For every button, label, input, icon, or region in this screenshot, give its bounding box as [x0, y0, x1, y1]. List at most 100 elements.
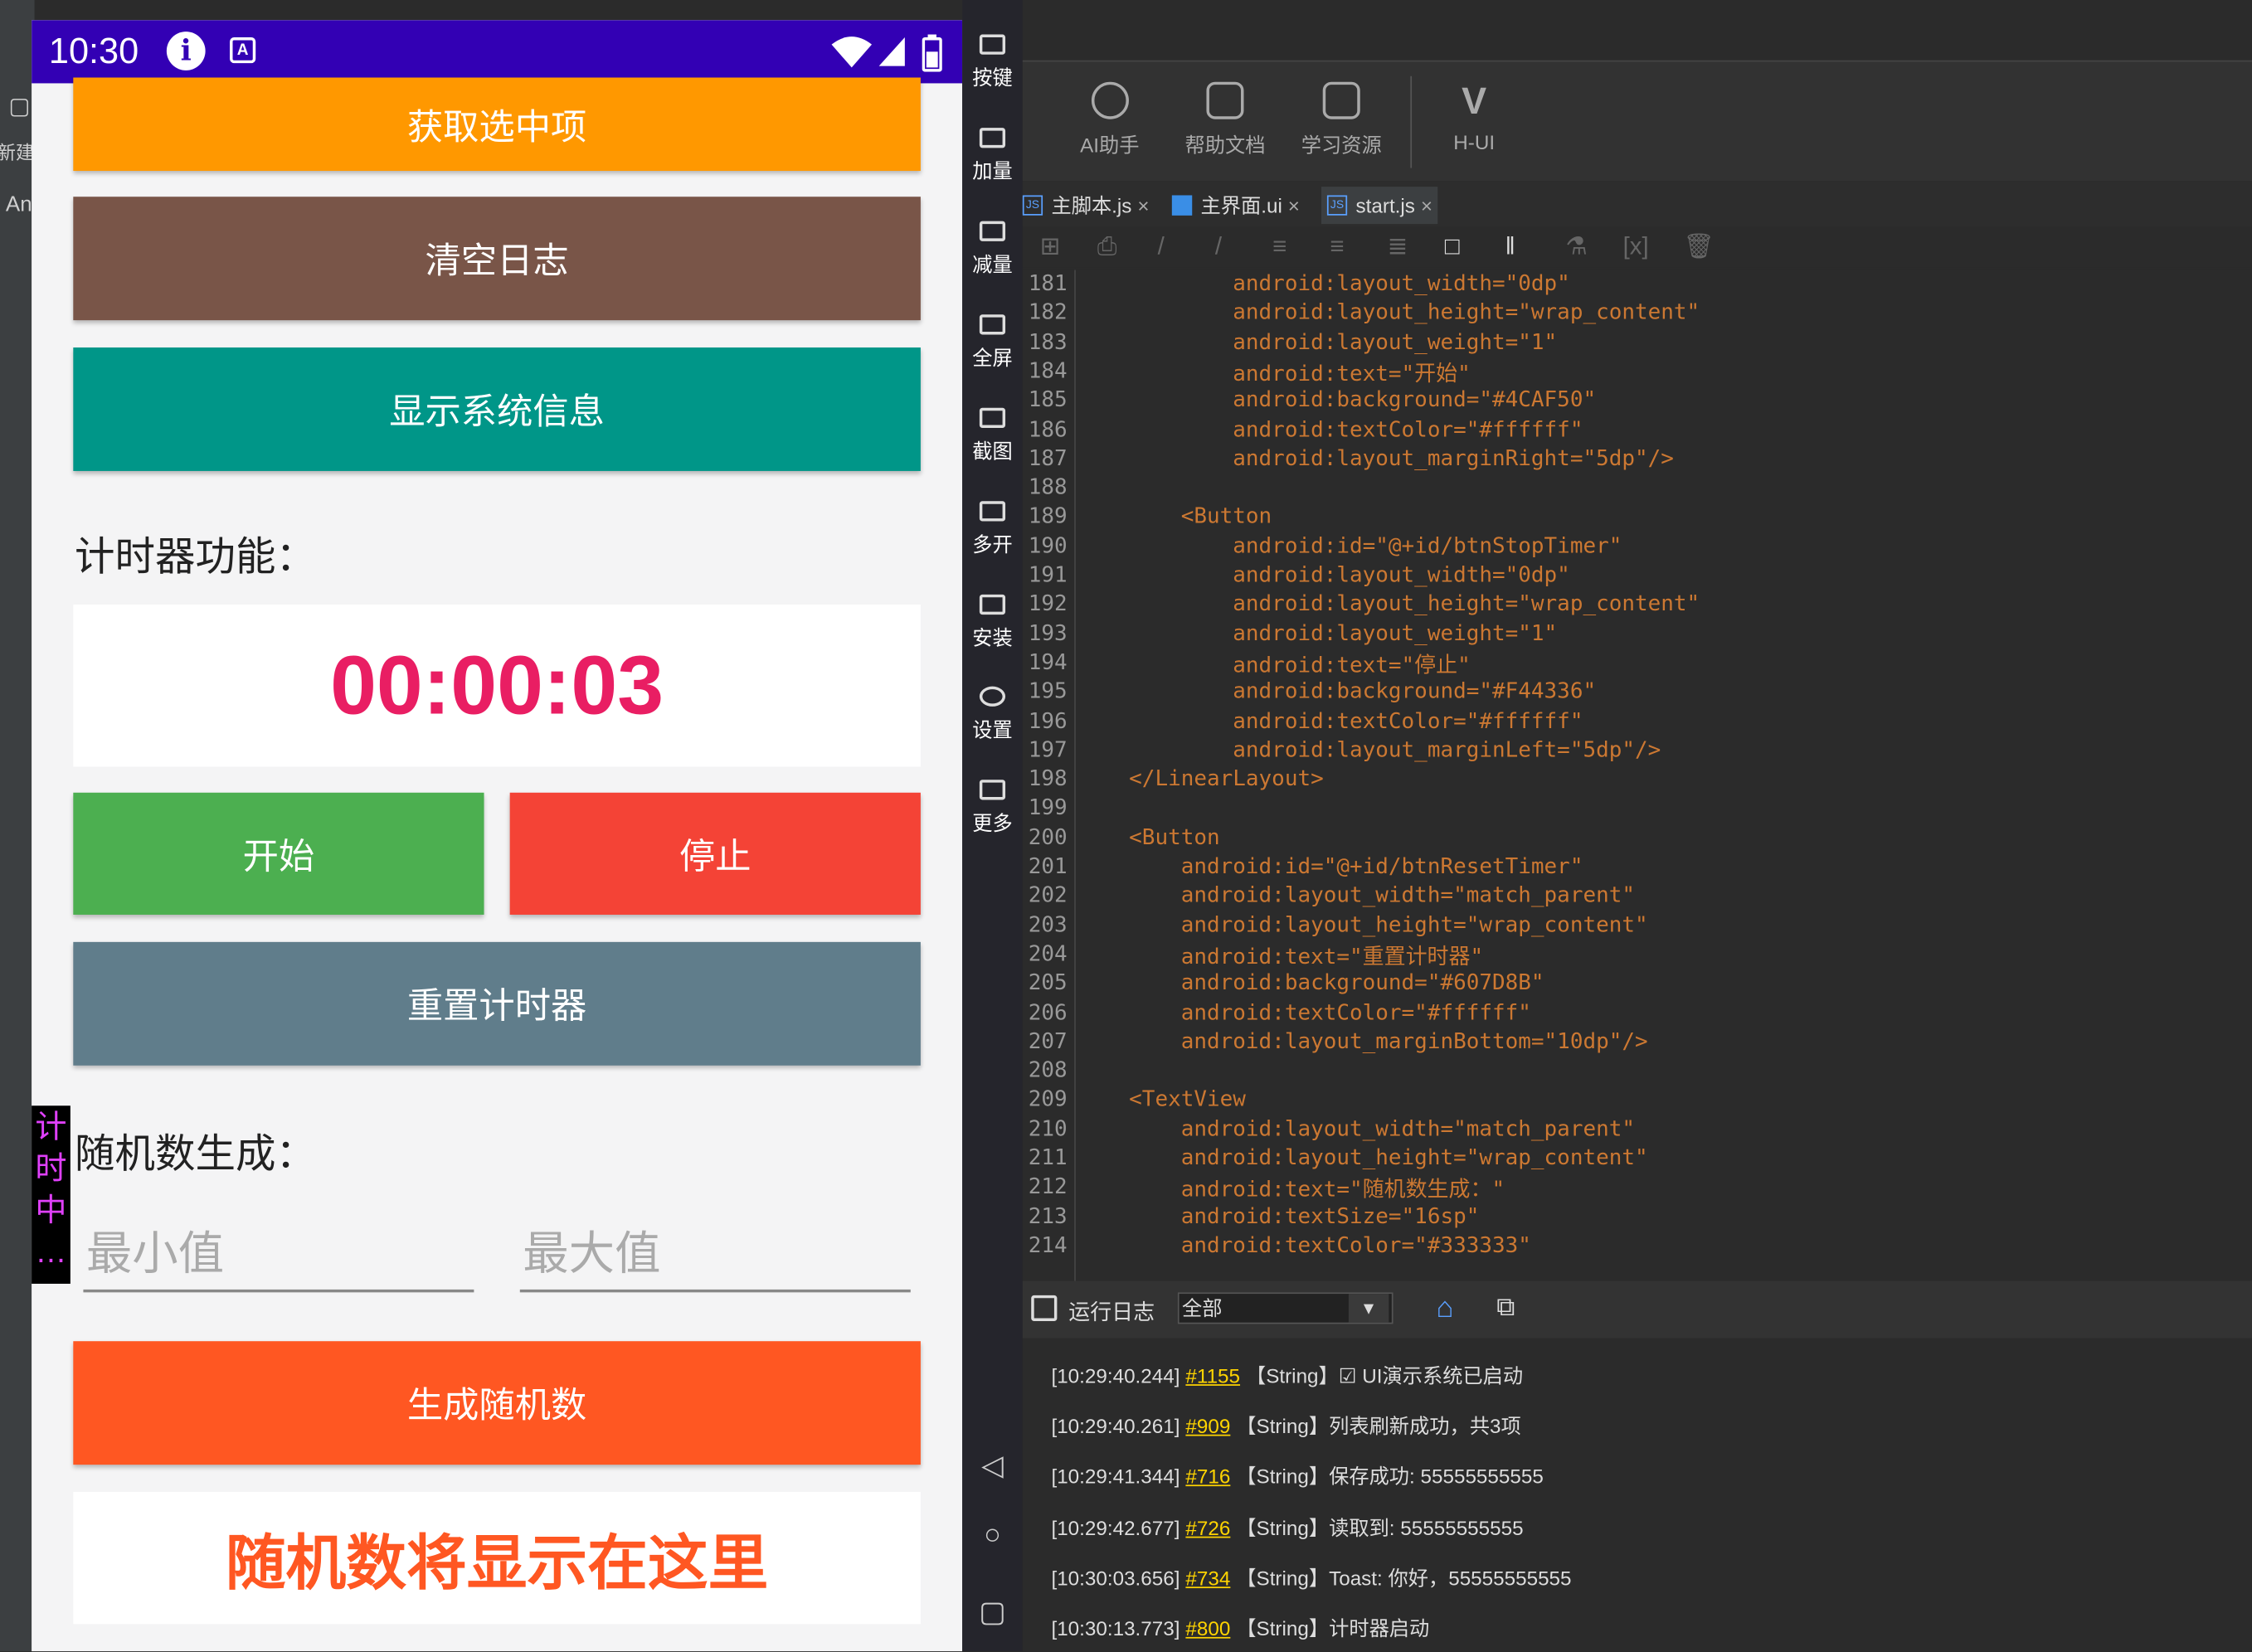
log-line: [10:30:03.656] #734 【String】Toast: 你好，5555… — [1051, 1563, 1571, 1592]
chevron-down-icon[interactable]: ▼ — [1348, 1294, 1389, 1323]
line-number: 193 — [1028, 620, 1068, 646]
add-icon[interactable]: ⊞ — [1040, 233, 1061, 262]
timer-display: 00:00:03 — [73, 604, 921, 767]
log-line: [10:29:40.244] #1155 【String】☑ UI演示系统已启动 — [1051, 1361, 1523, 1390]
print-icon[interactable]: ⎙ — [1097, 233, 1117, 262]
log-time: [10:29:42.677] — [1051, 1515, 1180, 1539]
home-icon[interactable]: ○ — [962, 1519, 1023, 1552]
line-number: 194 — [1028, 649, 1068, 675]
document-icon — [1206, 81, 1244, 119]
log-message: 【String】Toast: 你好，55555555555 — [1236, 1566, 1572, 1590]
detach-window-icon[interactable]: ⧉ — [1496, 1292, 1515, 1322]
ai-icon — [1091, 81, 1129, 119]
code-text: android:textColor="#ffffff" — [1077, 415, 1583, 442]
close-icon[interactable]: × — [1137, 194, 1149, 217]
max-value-input[interactable]: 最大值 — [519, 1227, 911, 1293]
log-id-link[interactable]: #726 — [1185, 1516, 1230, 1539]
back-icon[interactable]: ◁ — [962, 1447, 1023, 1483]
volume-up-button[interactable]: 加量 — [962, 128, 1023, 185]
log-message: 【String】☑ UI演示系统已启动 — [1245, 1363, 1524, 1387]
emulator-sidebar: 按键 加量 减量 全屏 截图 多开 安装 设置 更多 ◁ ○ ▢ — [962, 0, 1023, 1652]
line-number: 212 — [1028, 1173, 1068, 1200]
line-number: 184 — [1028, 357, 1068, 384]
outdent-icon[interactable]: ≡ — [1330, 233, 1344, 262]
help-docs-button[interactable]: 帮助文档 — [1184, 81, 1265, 160]
line-number: 195 — [1028, 678, 1068, 704]
code-text: android:textColor="#333333" — [1077, 1232, 1531, 1258]
h-ui-label: H-UI — [1453, 130, 1496, 154]
comment-icon[interactable]: / — [1158, 233, 1165, 262]
log-id-link[interactable]: #909 — [1185, 1415, 1230, 1438]
wifi-icon — [831, 36, 873, 68]
code-text: android:textColor="#ffffff" — [1077, 998, 1531, 1025]
log-filter-select[interactable]: 全部 ▼ — [1177, 1292, 1394, 1324]
indent-icon[interactable]: ≡ — [1272, 233, 1287, 262]
log-id-link[interactable]: #716 — [1185, 1465, 1230, 1489]
screenshot-button[interactable]: 截图 — [962, 407, 1023, 465]
volume-down-button[interactable]: 减量 — [962, 221, 1023, 279]
install-button[interactable]: 安装 — [962, 594, 1023, 652]
reset-timer-button[interactable]: 重置计时器 — [73, 941, 921, 1066]
format-icon[interactable]: ≣ — [1388, 233, 1408, 262]
stop-icon[interactable]: □ — [1445, 233, 1460, 262]
clear-log-icon[interactable]: ⌂ — [1437, 1292, 1454, 1325]
accessibility-icon: A — [230, 37, 256, 64]
clear-log-button[interactable]: 清空日志 — [73, 197, 921, 321]
learning-resources-button[interactable]: 学习资源 — [1301, 81, 1382, 160]
stop-timer-button[interactable]: 停止 — [509, 792, 921, 915]
settings-button[interactable]: 设置 — [962, 686, 1023, 744]
screen: ▢ 新建 An 10:30 i A 获取选中项 清空日志 显示系统信息 计时器功… — [0, 0, 2252, 1652]
random-result-text: 随机数将显示在这里 — [225, 1528, 769, 1596]
line-number: 198 — [1028, 765, 1068, 792]
variable-icon[interactable]: [x] — [1623, 233, 1649, 262]
learning-resources-label: 学习资源 — [1301, 134, 1382, 157]
log-id-link[interactable]: #734 — [1185, 1567, 1230, 1590]
new-label[interactable]: 新建 — [0, 138, 35, 165]
volume-up-icon — [979, 128, 1006, 148]
code-text: android:background="#4CAF50" — [1077, 386, 1597, 413]
multi-open-button[interactable]: 多开 — [962, 501, 1023, 558]
code-text: android:layout_height="wrap_content" — [1077, 590, 1700, 617]
pause-icon[interactable]: ‖ — [1505, 233, 1515, 262]
code-editor[interactable]: 181 android:layout_width="0dp" 182 androi… — [1022, 270, 2252, 1281]
generate-random-button[interactable]: 生成随机数 — [73, 1341, 921, 1465]
tab-main-ui[interactable]: 主界面.ui × — [1171, 187, 1300, 224]
js-file-icon: JS — [1022, 195, 1043, 216]
battery-icon — [922, 34, 942, 72]
h-ui-button[interactable]: V H-UI — [1453, 82, 1495, 154]
gear-icon — [979, 686, 1006, 707]
tab-main-script[interactable]: JS 主脚本.js × — [1022, 187, 1150, 224]
get-selected-button[interactable]: 获取选中项 — [73, 77, 921, 172]
settings-label: 设置 — [972, 717, 1013, 741]
recent-icon[interactable]: ▢ — [962, 1594, 1023, 1630]
code-text: android:text="重置计时器" — [1077, 943, 1484, 969]
log-id-link[interactable]: #800 — [1185, 1617, 1230, 1640]
log-id-link[interactable]: #1155 — [1185, 1364, 1240, 1387]
ai-assistant-button[interactable]: AI助手 — [1080, 81, 1140, 160]
new-file-icon[interactable]: ▢ — [8, 92, 30, 121]
uncomment-icon[interactable]: / — [1215, 233, 1222, 262]
more-button[interactable]: 更多 — [962, 780, 1023, 837]
tab-start-js[interactable]: JS start.js × — [1321, 187, 1438, 225]
graduation-cap-icon — [1322, 81, 1360, 119]
start-timer-button[interactable]: 开始 — [73, 792, 484, 915]
phone-screen: 10:30 i A 获取选中项 清空日志 显示系统信息 计时器功能： 00:00… — [32, 20, 963, 1652]
scissors-icon — [979, 407, 1006, 428]
project-label: An — [5, 192, 32, 217]
status-bar: 10:30 i A — [32, 20, 963, 84]
close-icon[interactable]: × — [1288, 194, 1300, 217]
line-number: 197 — [1028, 736, 1068, 763]
fullscreen-button[interactable]: 全屏 — [962, 314, 1023, 372]
log-line: [10:29:42.677] #726 【String】读取到: 555555555… — [1051, 1513, 1523, 1542]
flask-icon[interactable]: ⚗ — [1565, 233, 1587, 262]
vue-icon: V — [1462, 79, 1487, 123]
timer-running-tag: 计时中… — [32, 1105, 71, 1284]
ai-assistant-label: AI助手 — [1080, 134, 1140, 157]
close-icon[interactable]: × — [1421, 194, 1432, 217]
line-number: 181 — [1028, 270, 1068, 296]
show-system-info-button[interactable]: 显示系统信息 — [73, 347, 921, 471]
trash-icon[interactable]: 🗑 — [1683, 233, 1714, 262]
code-text: android:id="@+id/btnResetTimer" — [1077, 853, 1583, 879]
keys-button[interactable]: 按键 — [962, 34, 1023, 92]
min-value-input[interactable]: 最小值 — [83, 1227, 474, 1293]
